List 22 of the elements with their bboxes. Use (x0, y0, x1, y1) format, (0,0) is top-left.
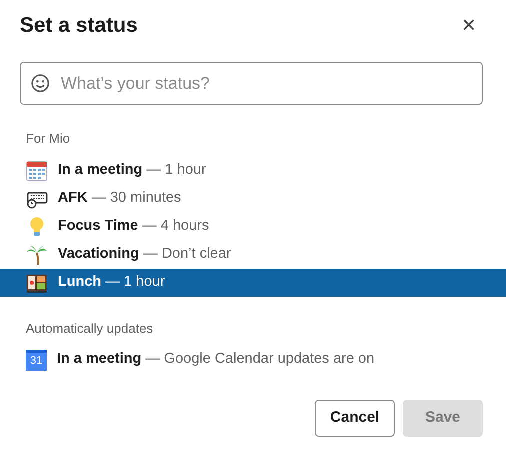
status-label: Vacationing — Don’t clear (58, 244, 232, 264)
status-option[interactable]: AFK — 30 minutes (0, 184, 506, 212)
status-label: AFK — 30 minutes (58, 188, 182, 208)
close-button[interactable]: × (458, 14, 480, 38)
cancel-button[interactable]: Cancel (315, 400, 395, 437)
status-option[interactable]: Focus Time — 4 hours (0, 212, 506, 240)
status-option[interactable]: In a meeting — 1 hour (0, 156, 506, 184)
status-label: In a meeting — Google Calendar updates are on (57, 350, 375, 370)
calendar-icon (26, 160, 48, 182)
section-heading: Automatically updates (25, 320, 154, 338)
status-option[interactable]: Vacationing — Don’t clear (0, 240, 506, 268)
emoji-icon[interactable] (31, 74, 50, 93)
calendar-date-icon: 31 (26, 350, 47, 370)
status-label: In a meeting — 1 hour (58, 160, 206, 180)
status-label: Focus Time — 4 hours (58, 216, 210, 236)
palm-tree-icon (26, 244, 48, 266)
status-label: Lunch — 1 hour (58, 272, 166, 292)
status-option[interactable]: 31 In a meeting — Google Calendar updates are on (0, 346, 506, 374)
dialog-title: Set a status (20, 13, 138, 39)
status-option[interactable]: Lunch — 1 hour (0, 268, 506, 296)
status-field[interactable]: What’s your status? (20, 62, 483, 105)
section-heading: For Mio (25, 130, 72, 148)
